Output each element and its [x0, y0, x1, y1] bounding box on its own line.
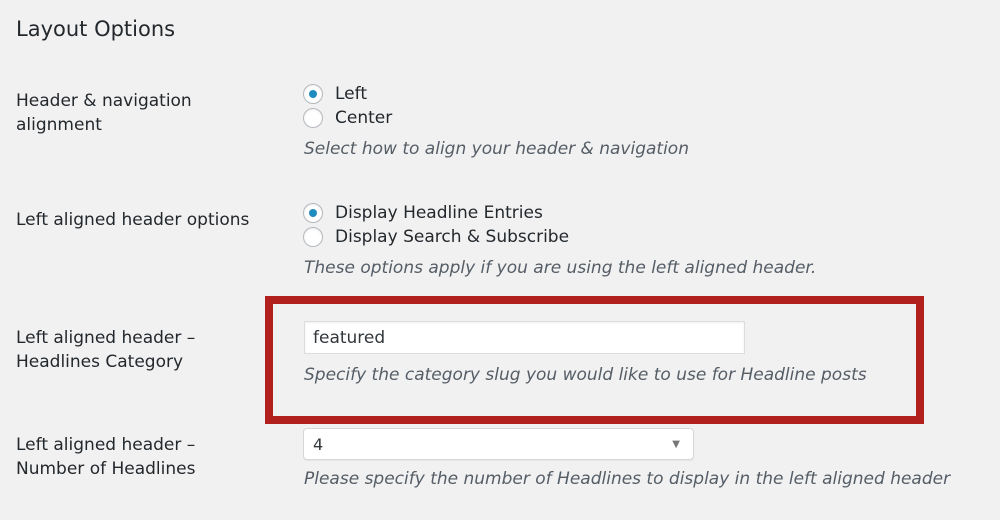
radio-label-center: Center	[335, 108, 393, 128]
header-alignment-description: Select how to align your header & naviga…	[304, 139, 689, 159]
radio-label-left: Left	[335, 84, 367, 104]
radio-button-icon[interactable]	[303, 108, 323, 128]
radio-button-icon[interactable]	[303, 227, 323, 247]
header-alignment-label-line1: Header & navigation	[16, 91, 192, 111]
radio-button-checked-icon[interactable]	[303, 203, 323, 223]
radio-label-display-headline-entries: Display Headline Entries	[335, 203, 543, 223]
left-header-options-label: Left aligned header options	[16, 210, 250, 230]
header-alignment-label: Header & navigation alignment	[16, 89, 266, 137]
highlight-box	[265, 296, 924, 424]
number-of-headlines-label-line1: Left aligned header –	[16, 435, 196, 455]
radio-button-checked-icon[interactable]	[303, 84, 323, 104]
left-header-options-description: These options apply if you are using the…	[304, 258, 817, 278]
radio-option-left[interactable]: Left	[303, 82, 367, 106]
number-of-headlines-label: Left aligned header – Number of Headline…	[16, 433, 266, 481]
radio-label-display-search-subscribe: Display Search & Subscribe	[335, 227, 570, 247]
number-of-headlines-description: Please specify the number of Headlines t…	[304, 469, 951, 489]
section-title: Layout Options	[16, 17, 176, 41]
headlines-category-description: Specify the category slug you would like…	[304, 365, 867, 385]
headlines-category-label-line1: Left aligned header –	[16, 328, 196, 348]
headlines-category-label: Left aligned header – Headlines Category	[16, 326, 266, 374]
radio-option-display-search-subscribe[interactable]: Display Search & Subscribe	[303, 225, 569, 249]
select-value: 4	[313, 434, 324, 454]
radio-option-display-headline-entries[interactable]: Display Headline Entries	[303, 201, 543, 225]
number-of-headlines-label-line2: Number of Headlines	[16, 459, 196, 479]
header-alignment-label-line2: alignment	[16, 115, 102, 135]
headlines-category-input[interactable]	[304, 321, 745, 354]
radio-option-center[interactable]: Center	[303, 106, 392, 130]
chevron-down-icon: ▼	[672, 438, 680, 450]
number-of-headlines-select[interactable]: 4 ▼	[303, 428, 694, 460]
headlines-category-label-line2: Headlines Category	[16, 352, 184, 372]
